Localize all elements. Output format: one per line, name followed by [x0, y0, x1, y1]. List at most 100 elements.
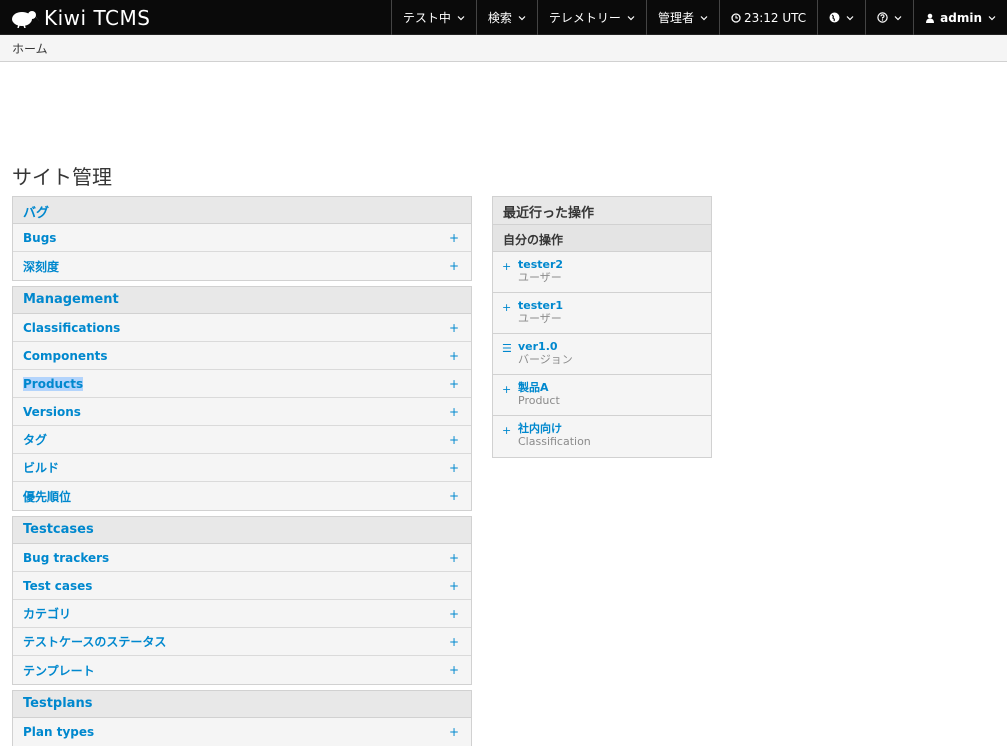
chevron-down-icon	[894, 15, 902, 20]
add-icon[interactable]: +	[447, 405, 461, 419]
model-link[interactable]: Bugs	[23, 231, 56, 245]
add-icon[interactable]: +	[447, 433, 461, 447]
module-caption[interactable]: Testplans	[13, 691, 471, 718]
module-row: カテゴリ +	[13, 600, 471, 628]
model-link[interactable]: Test cases	[23, 579, 92, 593]
add-icon[interactable]: +	[447, 259, 461, 273]
module-row: Classifications +	[13, 314, 471, 342]
module-caption[interactable]: Management	[13, 287, 471, 314]
nav-item-admin[interactable]: 管理者	[645, 0, 719, 35]
add-icon[interactable]: +	[447, 377, 461, 391]
module-row: テンプレート +	[13, 656, 471, 684]
add-icon[interactable]: +	[447, 635, 461, 649]
page-title: サイト管理	[12, 165, 112, 189]
recent-action-link[interactable]: ver1.0	[518, 340, 711, 353]
model-link[interactable]: ビルド	[23, 459, 59, 476]
module-row: Test cases +	[13, 572, 471, 600]
brand-logo[interactable]: Kiwi TCMS	[10, 4, 150, 31]
model-link[interactable]: 深刻度	[23, 258, 59, 275]
add-icon[interactable]: +	[447, 663, 461, 677]
chevron-down-icon	[700, 15, 708, 20]
module-row: Plan types +	[13, 718, 471, 746]
add-icon[interactable]: +	[447, 551, 461, 565]
recent-action-link[interactable]: tester2	[518, 258, 711, 271]
chevron-down-icon	[846, 15, 854, 20]
model-link[interactable]: Products	[23, 376, 84, 391]
nav-item-label: 管理者	[657, 11, 694, 25]
addition-icon: +	[502, 260, 512, 273]
model-link[interactable]: Classifications	[23, 321, 120, 335]
add-icon[interactable]: +	[447, 461, 461, 475]
nav-item-label: テスト中	[402, 11, 451, 25]
module-row: Bug trackers +	[13, 544, 471, 572]
add-icon[interactable]: +	[447, 231, 461, 245]
module-row: Products +	[13, 370, 471, 398]
add-icon[interactable]: +	[447, 725, 461, 739]
nav-item-help[interactable]	[865, 0, 913, 35]
my-actions-title: 自分の操作	[493, 225, 711, 252]
recent-action-type: ユーザー	[518, 312, 562, 325]
add-icon[interactable]: +	[447, 321, 461, 335]
recent-action-item: + 製品A Product	[493, 375, 711, 416]
module-row: 優先順位 +	[13, 482, 471, 510]
module-caption[interactable]: バグ	[13, 197, 471, 224]
model-link[interactable]: 優先順位	[23, 488, 71, 505]
module-row: Versions +	[13, 398, 471, 426]
addition-icon: +	[502, 383, 512, 396]
model-link[interactable]: Versions	[23, 405, 81, 419]
module-row: ビルド +	[13, 454, 471, 482]
chevron-down-icon	[457, 15, 465, 20]
recent-action-type: バージョン	[518, 353, 573, 366]
top-navbar: Kiwi TCMS テスト中 検索 テレメトリー 管理者 23:12 UTC a…	[0, 0, 1007, 35]
model-link[interactable]: タグ	[23, 431, 47, 448]
nav-item-label: 検索	[487, 11, 512, 25]
brand-name: Kiwi TCMS	[44, 5, 151, 30]
breadcrumb-home[interactable]: ホーム	[12, 40, 48, 57]
add-icon[interactable]: +	[447, 607, 461, 621]
module-caption[interactable]: Testcases	[13, 517, 471, 544]
clock-icon	[731, 12, 741, 23]
recent-action-item: + tester2 ユーザー	[493, 252, 711, 293]
recent-actions-title: 最近行った操作	[493, 197, 711, 225]
module-management: Management Classifications + Components + …	[12, 286, 472, 511]
recent-action-link[interactable]: tester1	[518, 299, 711, 312]
nav-item-user[interactable]: admin	[913, 0, 1007, 35]
recent-action-link[interactable]: 社内向け	[518, 422, 711, 435]
chevron-down-icon	[627, 15, 635, 20]
recent-action-item: ☰ ver1.0 バージョン	[493, 334, 711, 375]
kiwi-bird-icon	[12, 10, 40, 28]
model-link[interactable]: カテゴリ	[23, 605, 71, 622]
add-icon[interactable]: +	[447, 349, 461, 363]
module-row: テストケースのステータス +	[13, 628, 471, 656]
model-link[interactable]: Plan types	[23, 725, 94, 739]
model-link[interactable]: Bug trackers	[23, 551, 109, 565]
question-icon	[877, 12, 888, 23]
recent-action-item: + tester1 ユーザー	[493, 293, 711, 334]
module-row: Components +	[13, 342, 471, 370]
nav-item-clock: 23:12 UTC	[718, 0, 817, 35]
model-link[interactable]: テストケースのステータス	[23, 633, 166, 650]
recent-action-type: ユーザー	[518, 271, 562, 284]
add-icon[interactable]: +	[447, 489, 461, 503]
module-row: 深刻度 +	[13, 252, 471, 280]
user-icon	[926, 13, 935, 23]
recent-action-type: Classification	[518, 435, 591, 448]
nav-item-telemetry[interactable]: テレメトリー	[536, 0, 646, 35]
user-label: admin	[940, 10, 982, 25]
nav-item-testing[interactable]: テスト中	[390, 0, 476, 35]
module-bugs: バグ Bugs + 深刻度 +	[12, 196, 472, 281]
recent-actions: 最近行った操作 自分の操作 + tester2 ユーザー + tester1 ユ…	[492, 196, 712, 458]
nav-item-language[interactable]	[817, 0, 865, 35]
recent-action-type: Product	[518, 394, 560, 407]
module-row: Bugs +	[13, 224, 471, 252]
recent-action-link[interactable]: 製品A	[518, 381, 711, 394]
chevron-down-icon	[518, 15, 526, 20]
nav-item-search[interactable]: 検索	[475, 0, 537, 35]
clock-label: 23:12 UTC	[743, 10, 807, 25]
model-link[interactable]: テンプレート	[23, 662, 95, 679]
module-testcases: Testcases Bug trackers + Test cases + カテゴリ…	[12, 516, 472, 685]
module-testplans: Testplans Plan types +	[12, 690, 472, 746]
add-icon[interactable]: +	[447, 579, 461, 593]
model-link[interactable]: Components	[23, 349, 108, 363]
addition-icon: +	[502, 424, 512, 437]
